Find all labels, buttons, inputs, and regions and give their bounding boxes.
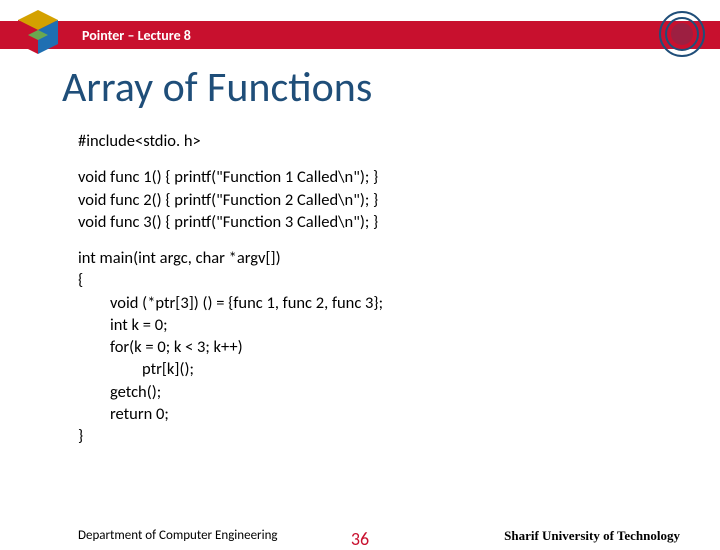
code-line: int main(int argc, char *argv[]) (78, 247, 660, 269)
header-bar: Pointer – Lecture 8 (0, 21, 720, 49)
code-line: return 0; (110, 403, 660, 425)
university-seal-icon (658, 10, 706, 58)
code-line: void func 3() { printf("Function 3 Calle… (78, 211, 660, 233)
code-line: int k = 0; (110, 314, 660, 336)
code-line: getch(); (110, 381, 660, 403)
code-line: #include<stdio. h> (78, 130, 660, 152)
slide-title: Array of Functions (62, 62, 372, 113)
code-line: for(k = 0; k < 3; k++) (110, 336, 660, 358)
code-line: void func 1() { printf("Function 1 Calle… (78, 166, 660, 188)
code-line: void (*ptr[3]) () = {func 1, func 2, fun… (110, 292, 660, 314)
code-block: #include<stdio. h> void func 1() { print… (78, 130, 660, 461)
slide: Pointer – Lecture 8 Array of Functions #… (0, 0, 720, 540)
footer-department: Department of Computer Engineering (78, 528, 278, 543)
course-logo-icon (10, 6, 66, 62)
code-line: { (78, 269, 660, 291)
code-line: void func 2() { printf("Function 2 Calle… (78, 189, 660, 211)
page-number: 36 (351, 528, 369, 550)
header-course-title: Pointer – Lecture 8 (82, 27, 191, 44)
code-line: } (78, 425, 660, 447)
code-line: ptr[k](); (142, 358, 660, 380)
footer-university: Sharif University of Technology (504, 528, 680, 544)
